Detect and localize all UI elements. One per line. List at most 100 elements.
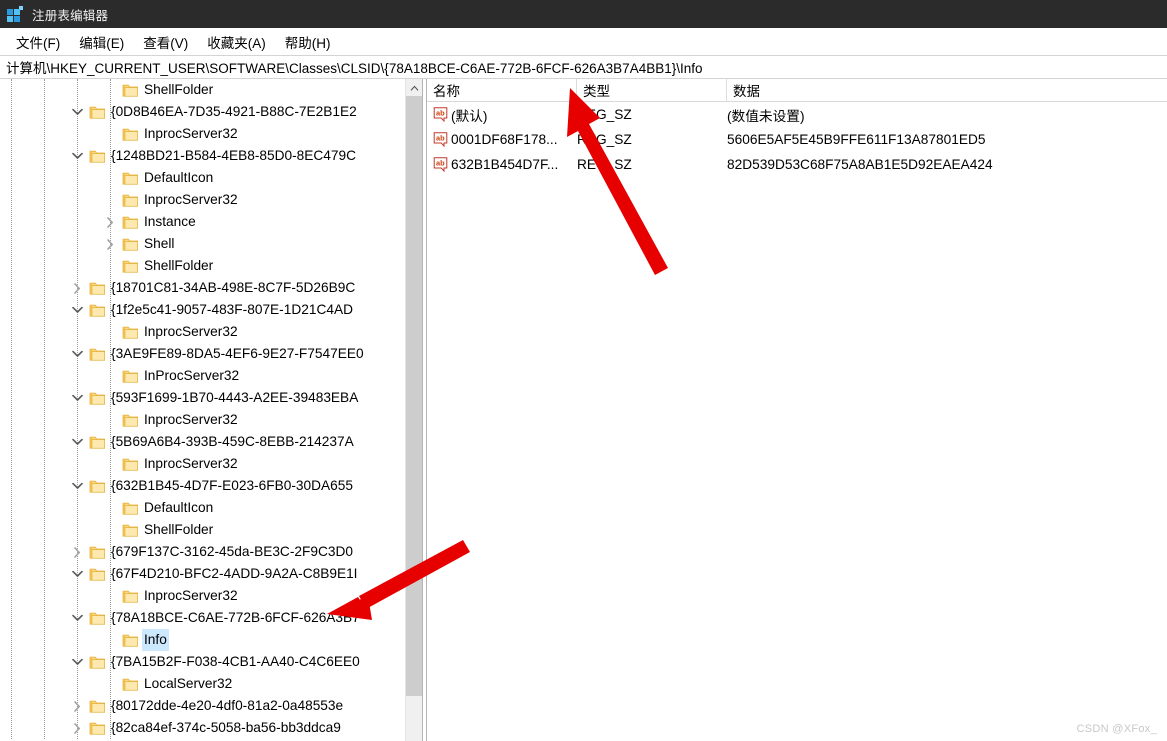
menu-help[interactable]: 帮助(H) [277,30,340,54]
svg-text:ab: ab [436,158,445,167]
registry-path-text: 计算机\HKEY_CURRENT_USER\SOFTWARE\Classes\C… [6,61,703,76]
folder-icon [122,589,139,604]
chevron-down-icon[interactable] [69,104,85,120]
chevron-down-icon[interactable] [69,434,85,450]
tree-item-label: InprocServer32 [144,588,238,603]
tree-item[interactable]: DefaultIcon [0,497,405,519]
tree-item-label: ShellFolder [144,258,214,273]
tree-item[interactable]: InProcServer32 [0,365,405,387]
tree-item[interactable]: InprocServer32 [0,585,405,607]
menu-favorites[interactable]: 收藏夹(A) [199,30,275,54]
registry-value-row[interactable]: ab (默认) REG_SZ (数值未设置) [427,102,1167,127]
chevron-down-icon[interactable] [69,654,85,670]
chevron-down-icon[interactable] [69,478,85,494]
chevron-down-icon[interactable] [69,610,85,626]
tree-item-label: ShellFolder [144,82,214,97]
registry-value-row[interactable]: ab 632B1B454D7F... REG_SZ 82D539D53C68F75A8… [427,152,1167,177]
tree-item[interactable]: Instance [0,211,405,233]
tree-item[interactable]: InprocServer32 [0,453,405,475]
tree-item-label: {7BA15B2F-F038-4CB1-AA40-C4C6EE0 [111,654,360,669]
chevron-down-icon[interactable] [69,390,85,406]
registry-editor-window: 注册表编辑器 文件(F) 编辑(E) 查看(V) 收藏夹(A) 帮助(H) 计算机\HK… [0,0,1167,741]
tree-item[interactable]: InprocServer32 [0,123,405,145]
tree-item[interactable]: Shell [0,233,405,255]
chevron-down-icon[interactable] [69,346,85,362]
column-header-label: 名称 [433,84,460,99]
tree-item[interactable]: LocalServer32 [0,673,405,695]
tree-item-label: {82ca84ef-374c-5058-ba56-bb3ddca9 [111,720,341,735]
menu-view[interactable]: 查看(V) [135,30,197,54]
tree-item-label: DefaultIcon [144,170,214,185]
column-name[interactable]: 名称 [427,79,577,101]
chevron-down-icon[interactable] [69,302,85,318]
tree-scrollbar-thumb[interactable] [406,96,422,696]
tree-item[interactable]: InprocServer32 [0,321,405,343]
tree-item[interactable]: InprocServer32 [0,189,405,211]
tree-item[interactable]: {1f2e5c41-9057-483F-807E-1D21C4AD [0,299,405,321]
address-bar[interactable]: 计算机\HKEY_CURRENT_USER\SOFTWARE\Classes\C… [0,55,1167,79]
menu-file[interactable]: 文件(F) [8,30,69,54]
value-data-cell: 5606E5AF5E45B9FFE611F13A87801ED5 [727,132,986,147]
tree-item-label: InprocServer32 [144,192,238,207]
chevron-right-icon[interactable] [69,544,85,560]
folder-icon [122,369,139,384]
value-name-text: 632B1B454D7F... [451,157,559,172]
tree-item[interactable]: DefaultIcon [0,167,405,189]
tree-item[interactable]: {5B69A6B4-393B-459C-8EBB-214237A [0,431,405,453]
tree-item-label: {0D8B46EA-7D35-4921-B88C-7E2B1E2 [111,104,357,119]
folder-icon [122,501,139,516]
tree-item[interactable]: {0D8B46EA-7D35-4921-B88C-7E2B1E2 [0,101,405,123]
value-data-cell: (数值未设置) [727,108,805,124]
tree-item-label: DefaultIcon [144,500,214,515]
column-type[interactable]: 类型 [577,79,727,101]
tree-item[interactable]: {1248BD21-B584-4EB8-85D0-8EC479C [0,145,405,167]
string-value-icon: ab [433,107,448,122]
tree-item[interactable]: {593F1699-1B70-4443-A2EE-39483EBA [0,387,405,409]
tree-item[interactable]: {80172dde-4e20-4df0-81a2-0a48553e [0,695,405,717]
tree-item[interactable]: {67F4D210-BFC2-4ADD-9A2A-C8B9E1I [0,563,405,585]
tree-item[interactable]: {679F137C-3162-45da-BE3C-2F9C3D0 [0,541,405,563]
folder-icon [89,149,106,164]
folder-icon [122,523,139,538]
value-name-cell: ab 0001DF68F178... [427,132,577,147]
chevron-down-icon[interactable] [69,148,85,164]
folder-icon [122,127,139,142]
tree-item-label: {80172dde-4e20-4df0-81a2-0a48553e [111,698,344,713]
tree-item[interactable]: {7BA15B2F-F038-4CB1-AA40-C4C6EE0 [0,651,405,673]
tree-item[interactable]: Info [0,629,405,651]
value-type-cell: REG_SZ [577,107,632,122]
main-content: ShellFolder {0D8B46EA-7D35-4921-B88C-7E2B… [0,79,1167,741]
tree-item-label: {18701C81-34AB-498E-8C7F-5D26B9C [111,280,356,295]
chevron-right-icon[interactable] [102,236,118,252]
tree-item[interactable]: {82ca84ef-374c-5058-ba56-bb3ddca9 [0,717,405,739]
tree-item[interactable]: {3AE9FE89-8DA5-4EF6-9E27-F7547EE0 [0,343,405,365]
tree-vertical-scrollbar[interactable] [405,79,422,741]
tree-item-label: {1248BD21-B584-4EB8-85D0-8EC479C [111,148,357,163]
chevron-right-icon[interactable] [69,698,85,714]
tree-item[interactable]: ShellFolder [0,519,405,541]
tree-item-label: {67F4D210-BFC2-4ADD-9A2A-C8B9E1I [111,566,358,581]
tree-item[interactable]: InprocServer32 [0,409,405,431]
registry-value-row[interactable]: ab 0001DF68F178... REG_SZ 5606E5AF5E45B9FFE… [427,127,1167,152]
chevron-right-icon[interactable] [102,214,118,230]
chevron-right-icon[interactable] [69,720,85,736]
tree-item[interactable]: {18701C81-34AB-498E-8C7F-5D26B9C [0,277,405,299]
value-name-cell: ab 632B1B454D7F... [427,157,577,172]
menu-edit[interactable]: 编辑(E) [71,30,133,54]
tree-item[interactable]: ShellFolder [0,255,405,277]
folder-icon [89,303,106,318]
column-data[interactable]: 数据 [727,79,1167,101]
tree-item-label: Instance [144,214,196,229]
scroll-up-button[interactable] [406,79,422,96]
value-type-cell: REG_SZ [577,132,632,147]
tree-item[interactable]: ShellFolder [0,79,405,101]
tree-item-label: InprocServer32 [144,126,238,141]
chevron-right-icon[interactable] [69,280,85,296]
folder-icon [122,633,139,648]
registry-values-pane: 名称 类型 数据 ab (默认) REG_SZ (数值未设置) ab 0001DF68F178… [427,79,1167,741]
folder-icon [89,105,106,120]
tree-item[interactable]: {632B1B45-4D7F-E023-6FB0-30DA655 [0,475,405,497]
folder-icon [89,721,106,736]
chevron-down-icon[interactable] [69,566,85,582]
tree-item[interactable]: {78A18BCE-C6AE-772B-6FCF-626A3B7 [0,607,405,629]
